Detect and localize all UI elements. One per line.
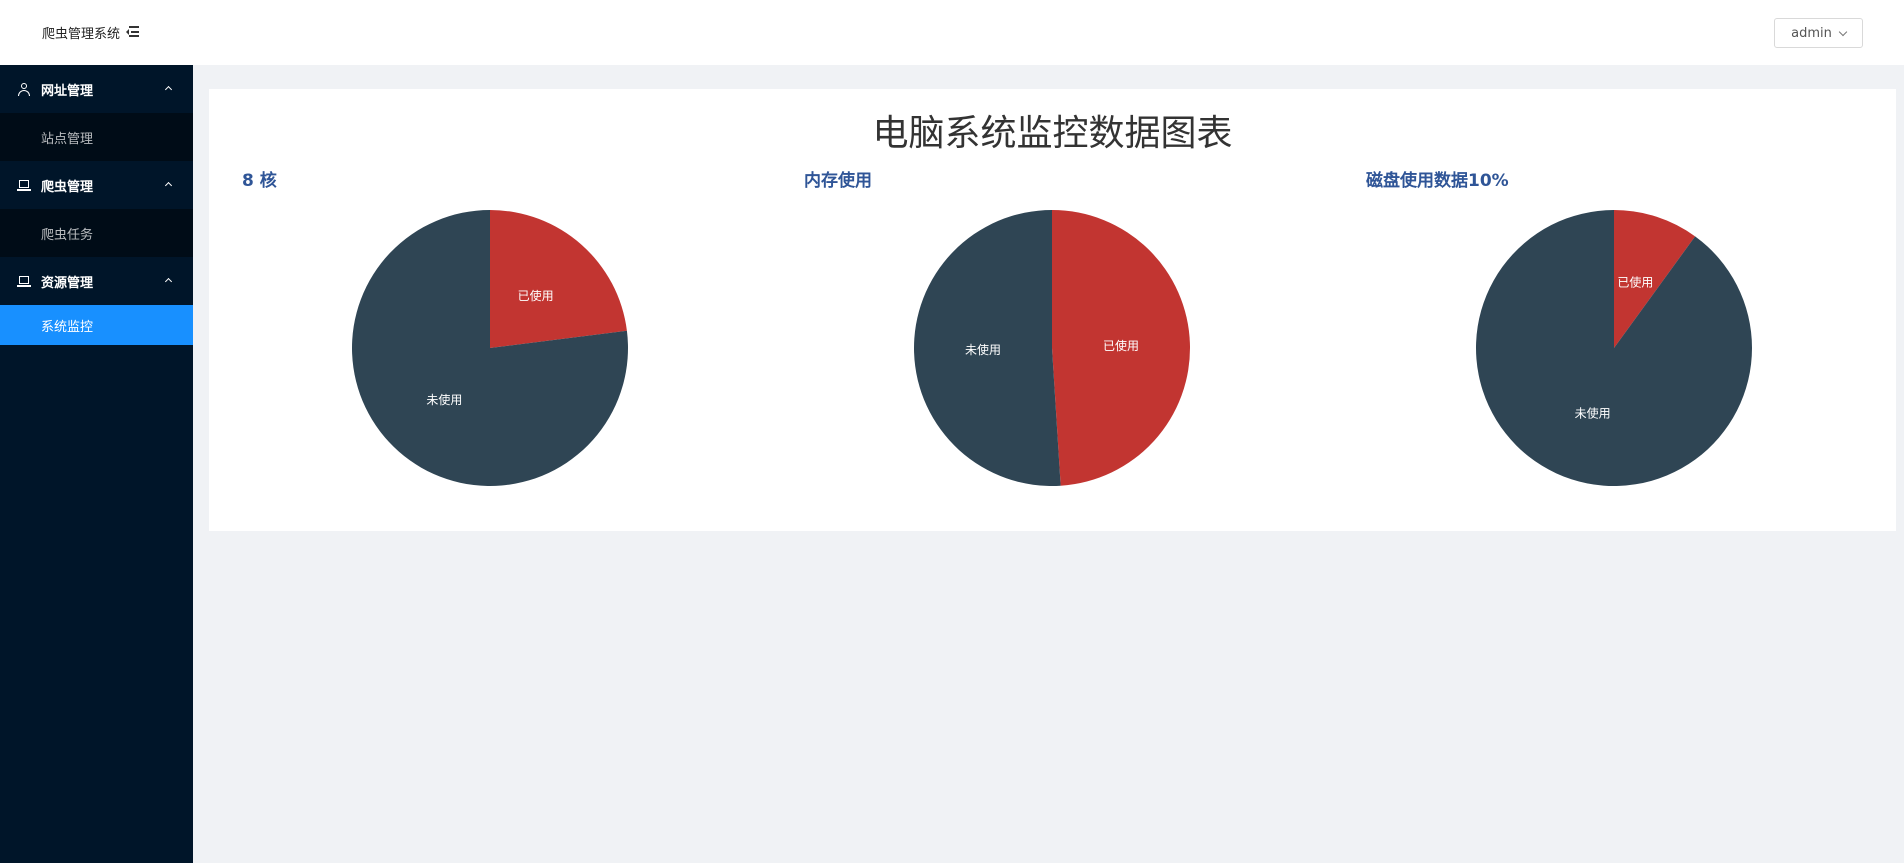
slice-label: 未使用 — [965, 342, 1001, 357]
submenu-list: 站点管理 — [0, 113, 193, 161]
brand: 爬虫管理系统 — [42, 22, 140, 42]
submenu-resource-management[interactable]: 资源管理 — [0, 257, 193, 305]
user-dropdown[interactable]: admin — [1774, 18, 1863, 48]
content-card: 电脑系统监控数据图表 8 核 已使用 未使用 内存使用 已使用 未使用 磁盘使用数据… — [209, 89, 1896, 531]
submenu-title-label: 爬虫管理 — [41, 179, 94, 195]
top-header: 爬虫管理系统 admin — [0, 0, 1904, 65]
cpu-pie-chart: 已使用未使用 — [352, 210, 628, 486]
submenu-title-label: 网址管理 — [41, 83, 94, 99]
sidebar: 网址管理 站点管理 爬虫管理 爬虫任务 资源管理 系统监控 — [0, 65, 193, 863]
pie-slice — [1476, 210, 1752, 487]
submenu-list: 系统监控 — [0, 305, 193, 345]
menu-fold-icon[interactable] — [126, 26, 140, 38]
slice-label: 已使用 — [518, 288, 554, 303]
laptop-icon — [17, 178, 31, 192]
pie-slice — [490, 210, 627, 348]
menu-item-site-management[interactable]: 站点管理 — [0, 113, 193, 161]
menu-group-url: 网址管理 站点管理 — [0, 65, 193, 161]
submenu-list: 爬虫任务 — [0, 209, 193, 257]
menu-item-label: 爬虫任务 — [41, 227, 94, 243]
chevron-up-icon — [164, 85, 173, 94]
memory-chart-panel: 内存使用 已使用 未使用 — [771, 89, 1333, 531]
menu-item-crawler-task[interactable]: 爬虫任务 — [0, 209, 193, 257]
user-name: admin — [1791, 25, 1832, 41]
laptop-icon — [17, 274, 31, 288]
menu-group-resource: 资源管理 系统监控 — [0, 257, 193, 345]
memory-pie-chart: 已使用 未使用 — [913, 210, 1190, 486]
slice-label: 已使用 — [1617, 274, 1653, 289]
submenu-url-management[interactable]: 网址管理 — [0, 65, 193, 113]
menu-group-crawler: 爬虫管理 爬虫任务 — [0, 161, 193, 257]
slice-label: 已使用 — [1103, 338, 1139, 353]
brand-title: 爬虫管理系统 — [42, 26, 121, 42]
menu-item-label: 站点管理 — [41, 131, 94, 147]
chevron-down-icon — [1838, 27, 1848, 36]
user-icon — [17, 82, 31, 96]
disk-chart-panel: 磁盘使用数据10% 已使用 未使用 — [1333, 89, 1895, 531]
chevron-up-icon — [164, 277, 173, 286]
cpu-chart-panel: 8 核 已使用 未使用 — [209, 89, 771, 531]
slice-label: 未使用 — [426, 392, 462, 407]
chevron-up-icon — [164, 181, 173, 190]
submenu-title-label: 资源管理 — [41, 275, 94, 291]
disk-pie-chart: 已使用未使用 — [1476, 210, 1752, 487]
menu-item-system-monitor[interactable]: 系统监控 — [0, 305, 193, 345]
slice-label: 未使用 — [1575, 406, 1611, 421]
menu-item-label: 系统监控 — [41, 319, 94, 335]
submenu-crawler-management[interactable]: 爬虫管理 — [0, 161, 193, 209]
